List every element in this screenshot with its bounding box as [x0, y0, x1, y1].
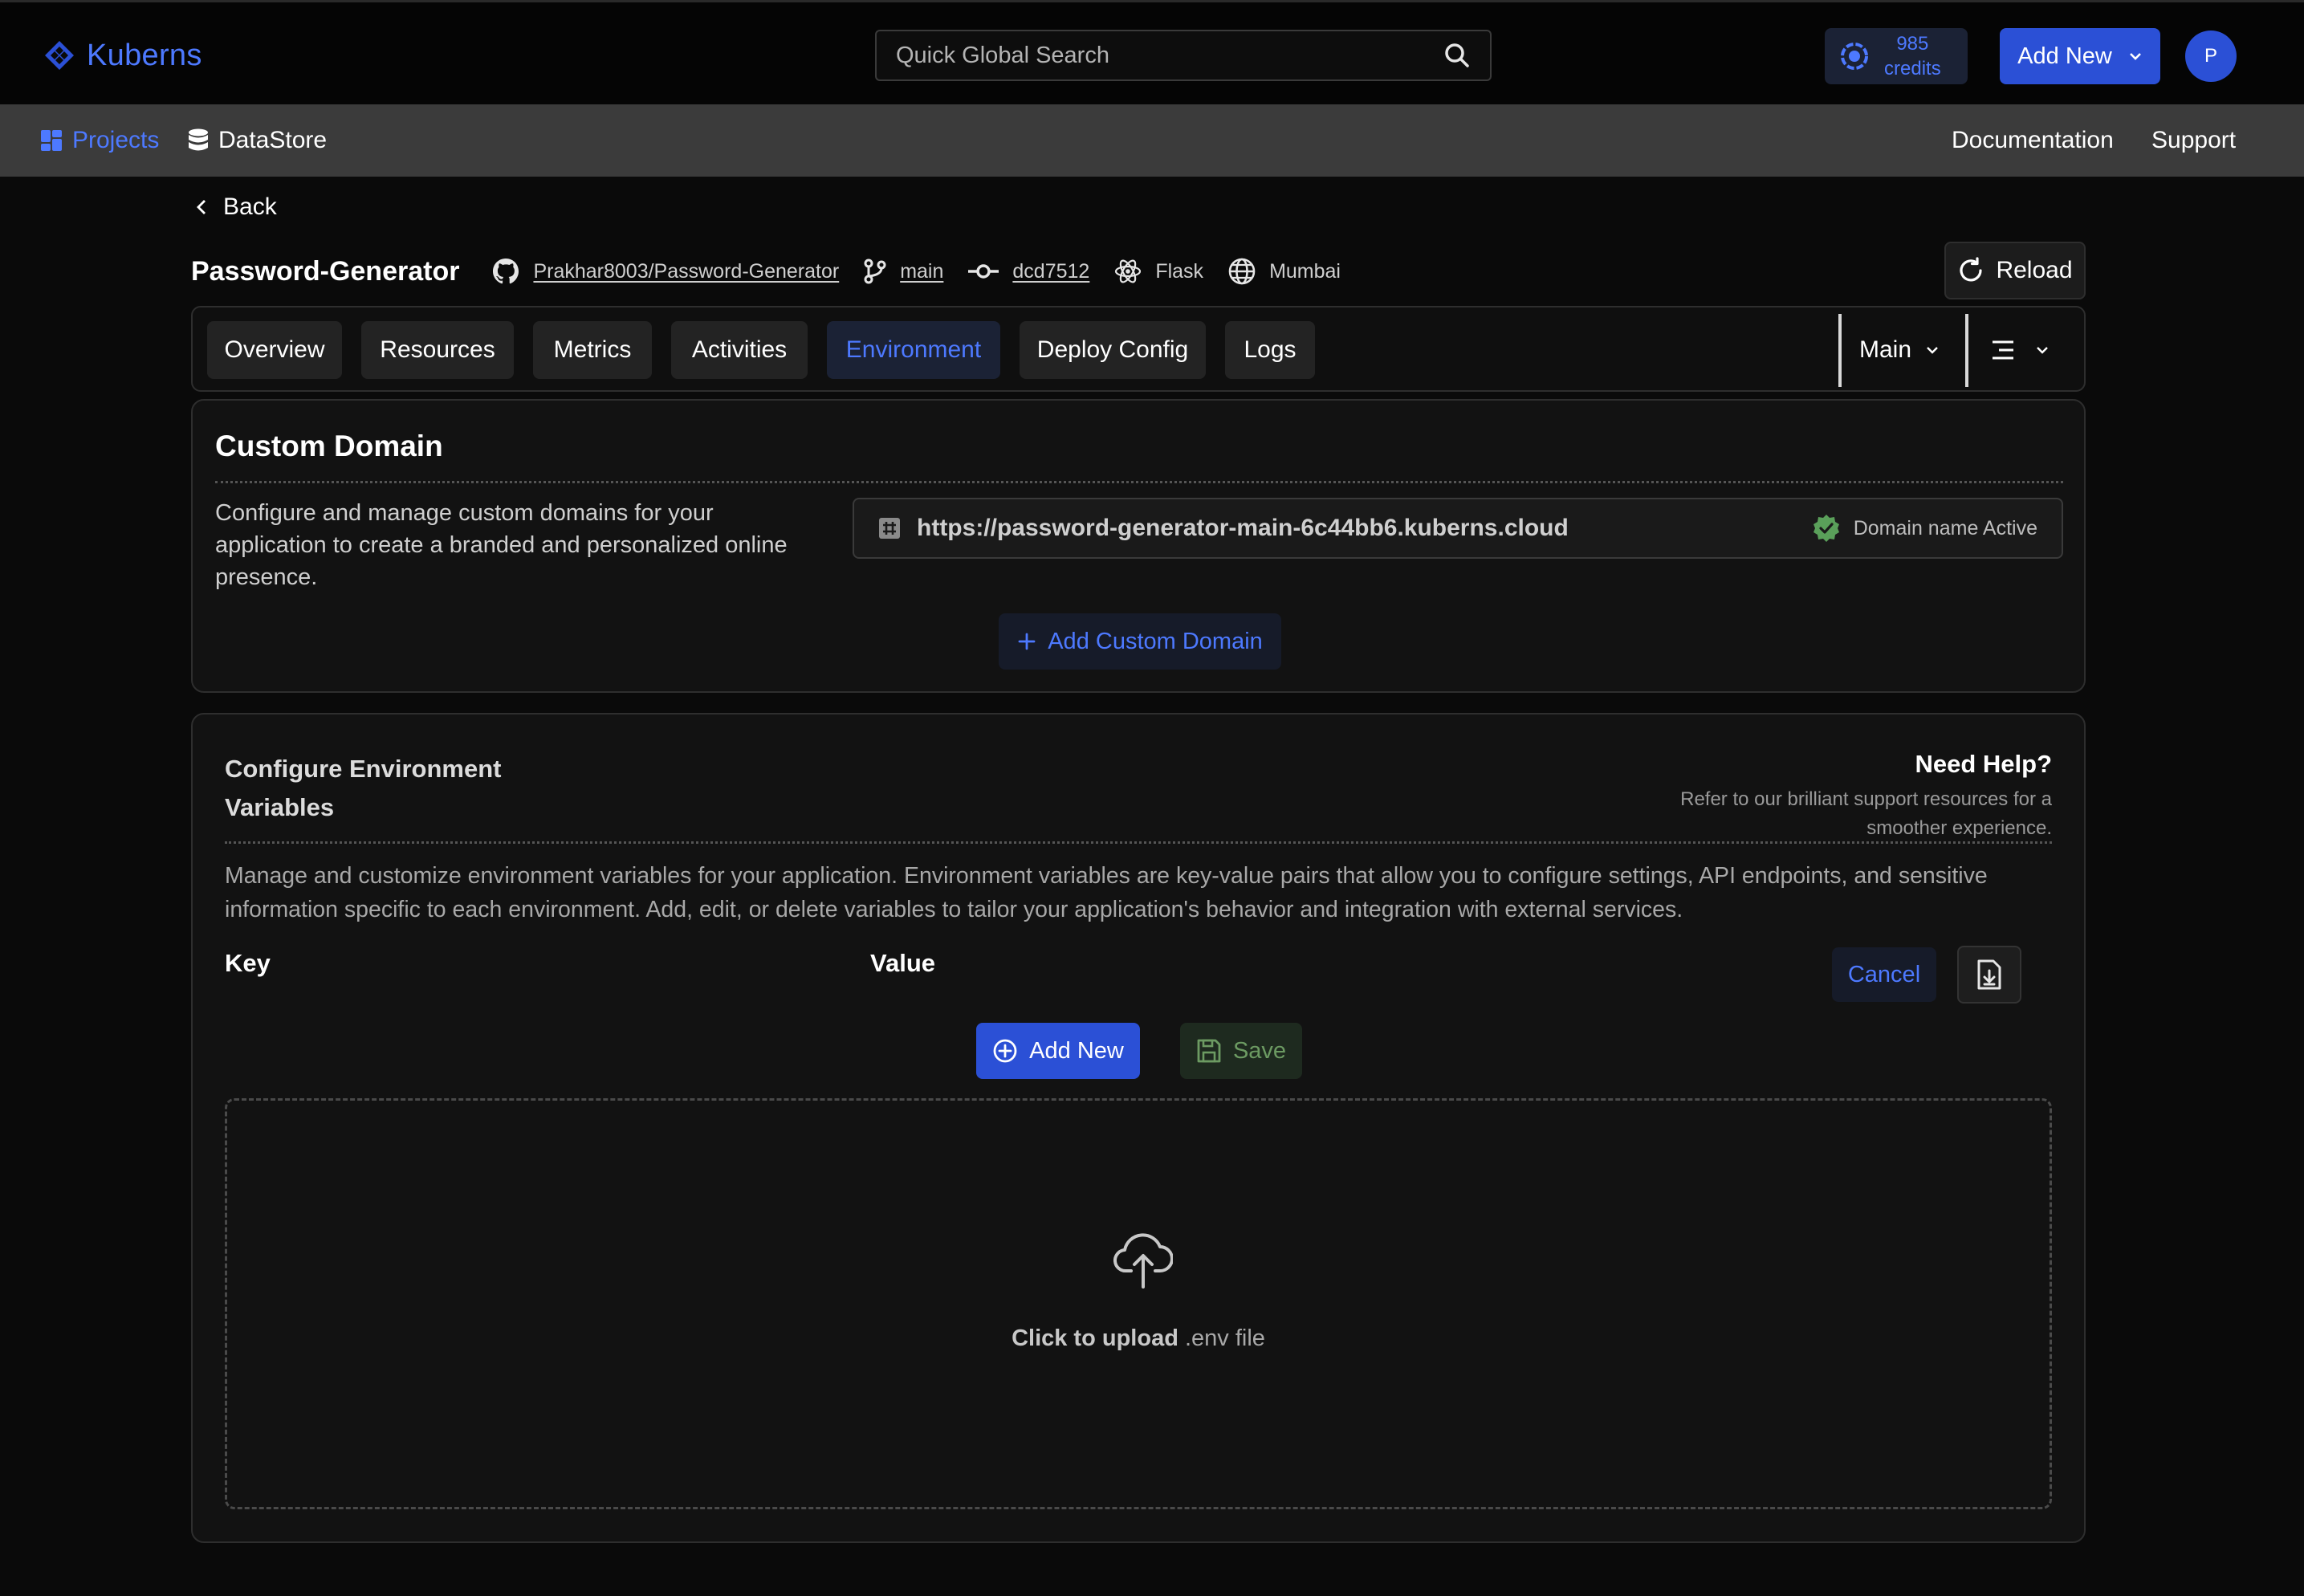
reload-button[interactable]: Reload: [1944, 242, 2086, 299]
user-avatar[interactable]: P: [2185, 31, 2237, 82]
git-branch-icon: [864, 259, 886, 284]
domain-url: https://password-generator-main-6c44bb6.…: [917, 515, 1569, 541]
domain-entry[interactable]: https://password-generator-main-6c44bb6.…: [853, 498, 2063, 559]
environment-select[interactable]: Main: [1859, 321, 1939, 379]
help-section: Need Help? Refer to our brilliant suppor…: [1651, 750, 2052, 843]
brand-logo[interactable]: Kuberns: [43, 38, 202, 73]
reload-icon: [1960, 257, 1983, 282]
tab-resources[interactable]: Resources: [361, 321, 514, 379]
project-commit[interactable]: dcd7512: [967, 260, 1089, 283]
project-tabs: Overview Resources Metrics Activities En…: [191, 306, 2086, 392]
value-column-header: Value: [870, 949, 935, 977]
dashboard-grid-icon: [41, 130, 62, 151]
credits-coin-icon: [1841, 43, 1868, 70]
env-title: Configure Environment Variables: [225, 755, 502, 821]
nav-projects-label: Projects: [72, 127, 160, 153]
menu-lines-icon: [1993, 340, 2013, 360]
nav-documentation[interactable]: Documentation: [1952, 104, 2114, 177]
chevron-down-icon: [1927, 347, 1938, 354]
credits-amount: 985: [1896, 33, 1929, 55]
project-branch-link: main: [900, 259, 944, 283]
upload-strong-text[interactable]: Click to upload: [1012, 1325, 1178, 1351]
environment-variables-card: Configure Environment Variables Need Hel…: [191, 713, 2086, 1543]
env-file-dropzone[interactable]: Click to upload .env file: [225, 1098, 2052, 1509]
domain-status-label: Domain name Active: [1853, 516, 2037, 539]
env-description: Manage and customize environment variabl…: [225, 863, 1988, 922]
credits-label: credits: [1884, 58, 1941, 79]
custom-domain-title: Custom Domain: [215, 430, 443, 462]
search-icon[interactable]: [1443, 42, 1471, 69]
verified-check-icon: [1813, 515, 1839, 542]
database-icon: [189, 128, 208, 151]
key-column-header: Key: [225, 949, 271, 977]
section-divider: [225, 841, 2052, 844]
search-input[interactable]: [896, 42, 1443, 69]
hash-grid-icon: [879, 518, 900, 539]
kuberns-logo-icon: [45, 41, 74, 70]
chevron-down-icon: [2129, 53, 2141, 60]
project-framework-label: Flask: [1155, 259, 1204, 283]
file-download-icon: [1977, 959, 2001, 990]
tab-divider: [1965, 314, 1968, 387]
git-commit-icon: [968, 264, 999, 279]
upload-rest-text: .env file: [1184, 1325, 1265, 1351]
reload-label: Reload: [1996, 257, 2073, 283]
credits-badge[interactable]: 985 credits: [1825, 28, 1968, 84]
add-new-label: Add New: [2017, 43, 2112, 69]
add-custom-domain-button[interactable]: Add Custom Domain: [999, 613, 1281, 670]
project-region-label: Mumbai: [1269, 259, 1341, 283]
help-title[interactable]: Need Help?: [1651, 750, 2052, 779]
project-header: Password-Generator Prakhar8003/Password-…: [191, 250, 1365, 292]
add-custom-domain-label: Add Custom Domain: [1048, 628, 1263, 654]
github-icon: [493, 259, 519, 284]
add-new-variable-button[interactable]: Add New: [976, 1023, 1140, 1079]
section-divider: [215, 481, 2063, 483]
globe-icon: [1228, 258, 1256, 285]
upload-instruction: Click to upload .env file: [227, 1325, 2050, 1352]
chevron-left-icon: [197, 200, 206, 214]
tab-overview[interactable]: Overview: [207, 321, 342, 379]
back-link[interactable]: Back: [196, 189, 277, 225]
tab-divider: [1838, 314, 1842, 387]
tab-activities[interactable]: Activities: [671, 321, 808, 379]
project-commit-link: dcd7512: [1012, 259, 1090, 283]
react-atom-icon: [1115, 259, 1142, 283]
project-repo[interactable]: Prakhar8003/Password-Generator: [491, 257, 839, 286]
nav-datastore[interactable]: DataStore: [188, 104, 327, 177]
chevron-down-icon: [2037, 347, 2048, 354]
tab-metrics[interactable]: Metrics: [533, 321, 652, 379]
secondary-nav: Projects DataStore Documentation Support: [0, 104, 2304, 177]
save-label: Save: [1232, 1037, 1287, 1064]
help-text: Refer to our brilliant support resources…: [1680, 788, 2052, 839]
nav-support[interactable]: Support: [2151, 104, 2236, 177]
save-floppy-icon: [1197, 1039, 1221, 1063]
add-new-variable-label: Add New: [1029, 1037, 1124, 1064]
plus-circle-icon: [993, 1039, 1017, 1063]
project-branch[interactable]: main: [863, 259, 943, 284]
environment-select-value: Main: [1859, 336, 1912, 363]
domain-status: Domain name Active: [1812, 514, 2037, 543]
download-env-button[interactable]: [1957, 946, 2021, 1004]
global-search[interactable]: [875, 30, 1492, 81]
project-repo-link: Prakhar8003/Password-Generator: [533, 259, 840, 283]
back-label: Back: [223, 193, 277, 220]
nav-datastore-label: DataStore: [218, 127, 328, 153]
add-new-dropdown-button[interactable]: Add New: [2000, 28, 2160, 84]
project-framework: Flask: [1113, 257, 1203, 286]
top-header: Kuberns 985 credits Add New P: [0, 0, 2304, 104]
tab-deploy-config[interactable]: Deploy Config: [1020, 321, 1206, 379]
project-title: Password-Generator: [191, 255, 460, 287]
cloud-upload-icon: [1113, 1233, 1173, 1289]
save-button[interactable]: Save: [1180, 1023, 1302, 1079]
brand-name: Kuberns: [87, 38, 202, 72]
tab-environment[interactable]: Environment: [827, 321, 1000, 379]
tabs-menu-button[interactable]: [1991, 321, 2049, 379]
custom-domain-card: Custom Domain Configure and manage custo…: [191, 399, 2086, 693]
project-region: Mumbai: [1227, 257, 1341, 286]
cancel-button[interactable]: Cancel: [1832, 947, 1936, 1002]
nav-projects[interactable]: Projects: [40, 104, 159, 177]
plus-icon: [1018, 633, 1036, 650]
tab-logs[interactable]: Logs: [1225, 321, 1315, 379]
custom-domain-description: Configure and manage custom domains for …: [215, 500, 788, 590]
